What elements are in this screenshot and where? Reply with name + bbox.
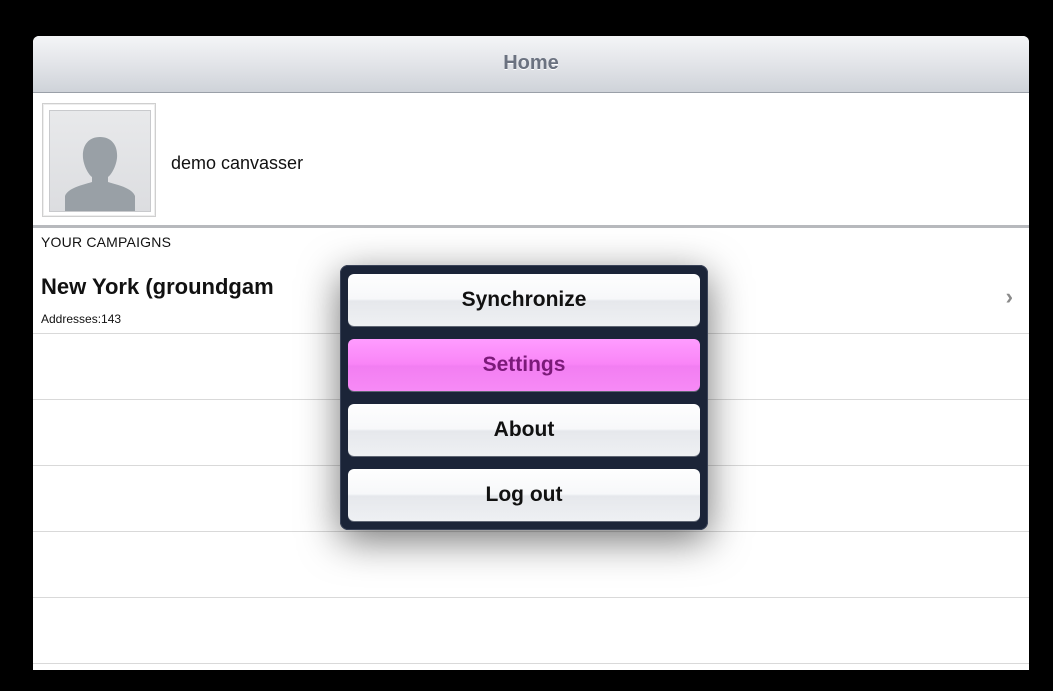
campaign-title: New York (groundgam (41, 274, 274, 299)
page-title: Home (503, 52, 559, 74)
synchronize-button[interactable]: Synchronize (348, 274, 700, 326)
campaign-address-count: Addresses:143 (41, 312, 122, 326)
about-button[interactable]: About (348, 404, 700, 456)
device-frame: Home demo canvasser YOUR CAMPAIGNS New Y… (0, 0, 1053, 691)
campaigns-section-header: YOUR CAMPAIGNS (41, 234, 172, 250)
chevron-right-icon: › (1005, 284, 1013, 309)
avatar[interactable] (42, 103, 156, 217)
avatar-image (49, 110, 151, 212)
navigation-bar: Home (33, 36, 1029, 93)
logout-button[interactable]: Log out (348, 469, 700, 521)
list-item (33, 598, 1029, 664)
actions-popover-menu: Synchronize Settings About Log out (340, 265, 708, 530)
person-silhouette-icon (65, 137, 135, 211)
list-item (33, 532, 1029, 598)
profile-row: demo canvasser (33, 93, 1029, 228)
user-name: demo canvasser (171, 153, 304, 173)
settings-button[interactable]: Settings (348, 339, 700, 391)
